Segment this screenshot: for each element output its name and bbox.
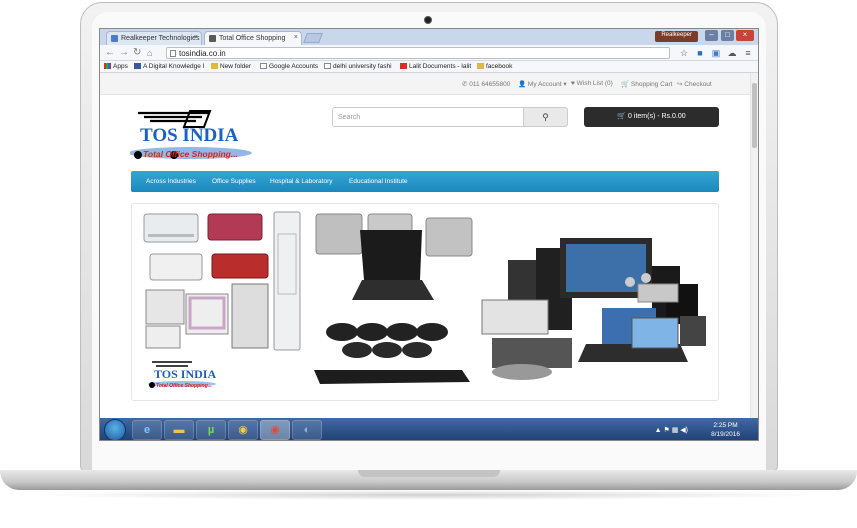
it-equipment-image — [481, 238, 706, 380]
category-across-industries[interactable]: Across Industries — [146, 178, 196, 185]
chrome-icon[interactable]: ◉ — [228, 420, 258, 440]
forward-button[interactable]: → — [119, 47, 129, 59]
top-nav: ✆ 011 64655800 👤 My Account ▾ ♥ Wish Lis… — [100, 73, 752, 95]
site-logo[interactable]: TOS INDIA Total Office Shopping... — [130, 107, 260, 167]
chrome-active-icon[interactable]: ◉ — [260, 420, 290, 440]
scrollbar-thumb[interactable] — [752, 83, 757, 148]
back-button[interactable]: ← — [105, 47, 115, 59]
internet-explorer-icon[interactable]: e — [132, 420, 162, 440]
category-educational-institute[interactable]: Educational Institute — [349, 178, 408, 185]
hero-banner[interactable]: TOS INDIA Total Office Shopping... — [131, 203, 719, 401]
logo-tagline: Total Office Shopping... — [143, 149, 238, 159]
category-hospital-laboratory[interactable]: Hospital & Laboratory — [270, 178, 333, 185]
menu-icon[interactable]: ≡ — [742, 47, 754, 59]
bookmark-google-accounts[interactable]: Google Accounts — [260, 63, 318, 70]
tab-bar: Realkeeper Technologies × Total Office S… — [100, 29, 758, 45]
app-icon[interactable]: ◐ — [292, 420, 322, 440]
cart-button[interactable]: 🛒 0 item(s) - Rs.0.00 — [584, 107, 719, 127]
banner-image: TOS INDIA Total Office Shopping... — [143, 211, 706, 389]
web-page: ✆ 011 64655800 👤 My Account ▾ ♥ Wish Lis… — [100, 73, 752, 418]
new-tab-button[interactable] — [303, 33, 323, 43]
bookmarks-bar: Apps A Digital Knowledge I New folder Go… — [100, 61, 758, 73]
search-input[interactable]: Search — [332, 107, 524, 127]
webcam-icon — [424, 16, 432, 24]
page-scrollbar[interactable] — [750, 73, 758, 418]
bookmark-lalit-documents[interactable]: Lalit Documents - lalit — [400, 63, 471, 70]
address-bar-row: ← → ↻ ⌂ tosindia.co.in ☆ ■ ▣ ☁ ≡ — [100, 45, 758, 61]
extension-icon-2[interactable]: ▣ — [710, 47, 722, 59]
utorrent-icon[interactable]: µ — [196, 420, 226, 440]
logo-name: TOS INDIA — [140, 125, 239, 146]
bookmark-facebook[interactable]: facebook — [477, 63, 512, 70]
page-icon — [170, 50, 176, 57]
category-office-supplies[interactable]: Office Supplies — [212, 178, 256, 185]
system-tray[interactable]: ▲ ⚑ ▦ ◀) — [655, 426, 688, 434]
google-icon — [324, 63, 331, 69]
close-icon[interactable]: × — [194, 34, 198, 41]
banner-logo-tagline: Total Office Shopping... — [156, 383, 212, 389]
favicon-icon — [209, 35, 216, 42]
extension-icon[interactable]: ■ — [694, 47, 706, 59]
star-icon[interactable]: ☆ — [678, 47, 690, 59]
home-button[interactable]: ⌂ — [147, 47, 152, 59]
phone-link[interactable]: ✆ 011 64655800 — [462, 80, 510, 88]
window-close-button[interactable]: × — [736, 30, 754, 41]
clock-date: 8/19/2016 — [711, 431, 740, 438]
bookmark-digital-knowledge[interactable]: A Digital Knowledge I — [134, 63, 204, 70]
start-button[interactable] — [104, 419, 126, 440]
favicon-icon — [111, 35, 118, 42]
file-explorer-icon[interactable]: ▬ — [164, 420, 194, 440]
search-button[interactable]: ⚲ — [524, 107, 568, 127]
laptop-shadow — [30, 490, 827, 500]
tab-label: Realkeeper Technologies — [121, 35, 200, 42]
screen: Realkeeper Technologies × Total Office S… — [99, 28, 759, 441]
air-conditioners-image — [143, 211, 301, 351]
system-clock[interactable]: 2:25 PM 8/19/2016 — [711, 421, 740, 439]
folder-icon — [211, 63, 218, 69]
my-account-link[interactable]: 👤 My Account ▾ — [518, 80, 567, 88]
profile-button[interactable]: Realkeeper — [655, 31, 698, 42]
folder-icon — [477, 63, 484, 69]
category-nav: Across Industries Office Supplies Hospit… — [131, 171, 719, 192]
shopping-cart-link[interactable]: 🛒 Shopping Cart — [621, 80, 672, 88]
address-input[interactable]: tosindia.co.in — [166, 47, 670, 59]
tab-total-office-shopping[interactable]: Total Office Shopping × — [204, 31, 302, 45]
clock-time: 2:25 PM — [713, 422, 738, 429]
minimize-button[interactable]: – — [705, 30, 718, 41]
tab-realkeeper[interactable]: Realkeeper Technologies × — [106, 31, 202, 45]
wheel-icon — [134, 151, 142, 159]
taskbar: e ▬ µ ◉ ◉ ◐ ▲ ⚑ ▦ ◀) 2:25 PM 8/19/2016 — [100, 418, 758, 440]
apps-icon — [104, 63, 111, 69]
bookmark-icon — [134, 63, 141, 69]
banner-logo-name: TOS INDIA — [154, 367, 216, 381]
laptop-notch — [358, 470, 500, 477]
tab-label: Total Office Shopping — [219, 35, 286, 42]
cctv-cameras-image — [314, 323, 470, 384]
close-icon[interactable]: × — [294, 34, 298, 41]
laptops-image — [315, 213, 473, 300]
search-icon: ⚲ — [542, 112, 549, 122]
banner-logo: TOS INDIA Total Office Shopping... — [148, 361, 216, 389]
reload-button[interactable]: ↻ — [133, 47, 141, 59]
checkout-link[interactable]: ↪ Checkout — [677, 80, 712, 88]
wishlist-link[interactable]: ♥ Wish List (0) — [571, 80, 613, 87]
bookmark-apps[interactable]: Apps — [104, 63, 128, 70]
bookmark-delhi-university[interactable]: delhi university fashi — [324, 63, 392, 70]
cloud-icon[interactable]: ☁ — [726, 47, 738, 59]
maximize-button[interactable]: □ — [721, 30, 734, 41]
address-text: tosindia.co.in — [179, 49, 226, 58]
gmail-icon — [400, 63, 407, 69]
bookmark-new-folder[interactable]: New folder — [211, 63, 251, 70]
google-icon — [260, 63, 267, 69]
